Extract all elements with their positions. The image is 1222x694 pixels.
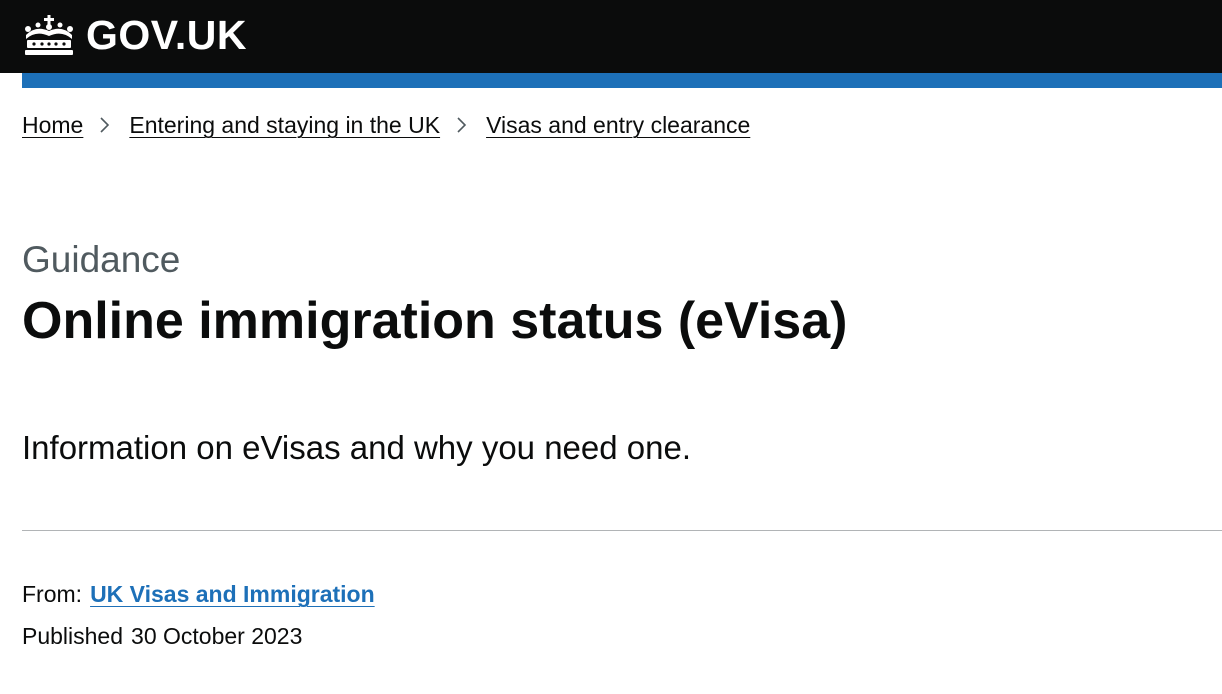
published-label: Published <box>22 623 124 649</box>
page-caption: Guidance <box>22 239 181 280</box>
published-date: 30 October 2023 <box>131 623 303 649</box>
metadata-from: From: UK Visas and Immigration <box>22 578 375 610</box>
breadcrumb-link-home[interactable]: Home <box>22 108 83 142</box>
chevron-right-icon <box>457 117 467 133</box>
organisation-link[interactable]: UK Visas and Immigration <box>90 578 375 610</box>
metadata-published: Published 30 October 2023 <box>22 620 302 652</box>
breadcrumb: Home Entering and staying in the UK Visa… <box>22 108 750 142</box>
divider <box>22 530 1222 531</box>
site-header: GOV.UK <box>0 0 1222 73</box>
page-lead: Information on eVisas and why you need o… <box>22 429 692 466</box>
breadcrumb-link-visas-entry-clearance[interactable]: Visas and entry clearance <box>486 108 750 142</box>
from-label: From: <box>22 581 83 607</box>
crown-icon <box>25 15 73 55</box>
page-title: Online immigration status (eVisa) <box>22 292 848 350</box>
logo-text: GOV.UK <box>86 12 247 58</box>
chevron-right-icon <box>100 117 110 133</box>
header-accent-bar <box>22 73 1222 88</box>
breadcrumb-link-entering-staying[interactable]: Entering and staying in the UK <box>129 108 440 142</box>
govuk-logo-link[interactable]: GOV.UK <box>22 12 247 58</box>
